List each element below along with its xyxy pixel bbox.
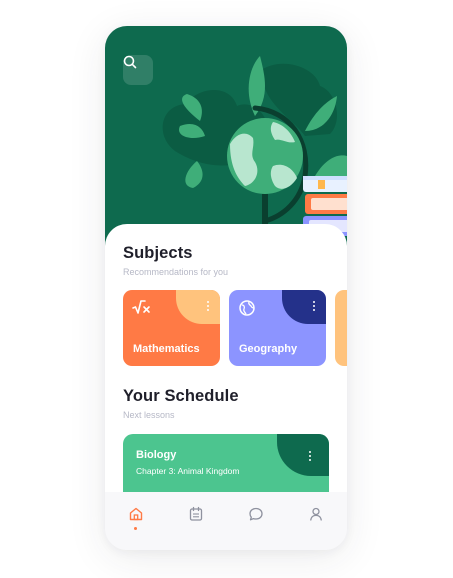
more-vertical-icon[interactable] [308, 451, 312, 462]
bottom-navigation [105, 492, 347, 550]
subjects-title: Subjects [123, 244, 193, 262]
subject-card-mathematics[interactable]: Mathematics [123, 290, 220, 366]
card-decoration [282, 290, 326, 324]
more-vertical-icon[interactable] [312, 301, 316, 312]
subject-card-label: Mathematics [133, 343, 200, 355]
nav-home[interactable] [122, 506, 150, 534]
nav-profile[interactable] [302, 506, 330, 534]
profile-icon [310, 507, 322, 521]
subject-card-label: Geography [239, 343, 298, 355]
main-content: Subjects Recommendations for you Mathema… [105, 224, 347, 504]
subject-card-geography[interactable]: Geography [229, 290, 326, 366]
square-root-icon [132, 300, 150, 314]
lesson-subject: Biology [136, 449, 177, 461]
search-icon [123, 55, 137, 69]
card-decoration [176, 290, 220, 324]
card-decoration [277, 434, 329, 476]
globe-icon [239, 300, 255, 316]
chat-icon [249, 507, 263, 521]
phone-screen: Subjects Recommendations for you Mathema… [105, 26, 347, 550]
schedule-subtitle: Next lessons [123, 410, 175, 420]
calendar-icon [189, 506, 203, 521]
hero-banner [105, 26, 347, 246]
active-indicator [134, 527, 137, 530]
lesson-chapter: Chapter 3: Animal Kingdom [136, 466, 240, 476]
more-vertical-icon[interactable] [206, 301, 210, 312]
subject-card-next-peek[interactable] [335, 290, 347, 366]
home-icon [129, 507, 143, 521]
schedule-title: Your Schedule [123, 387, 239, 405]
nav-calendar[interactable] [182, 506, 210, 534]
nav-chat[interactable] [242, 506, 270, 534]
subjects-subtitle: Recommendations for you [123, 267, 229, 277]
search-button[interactable] [123, 55, 153, 85]
